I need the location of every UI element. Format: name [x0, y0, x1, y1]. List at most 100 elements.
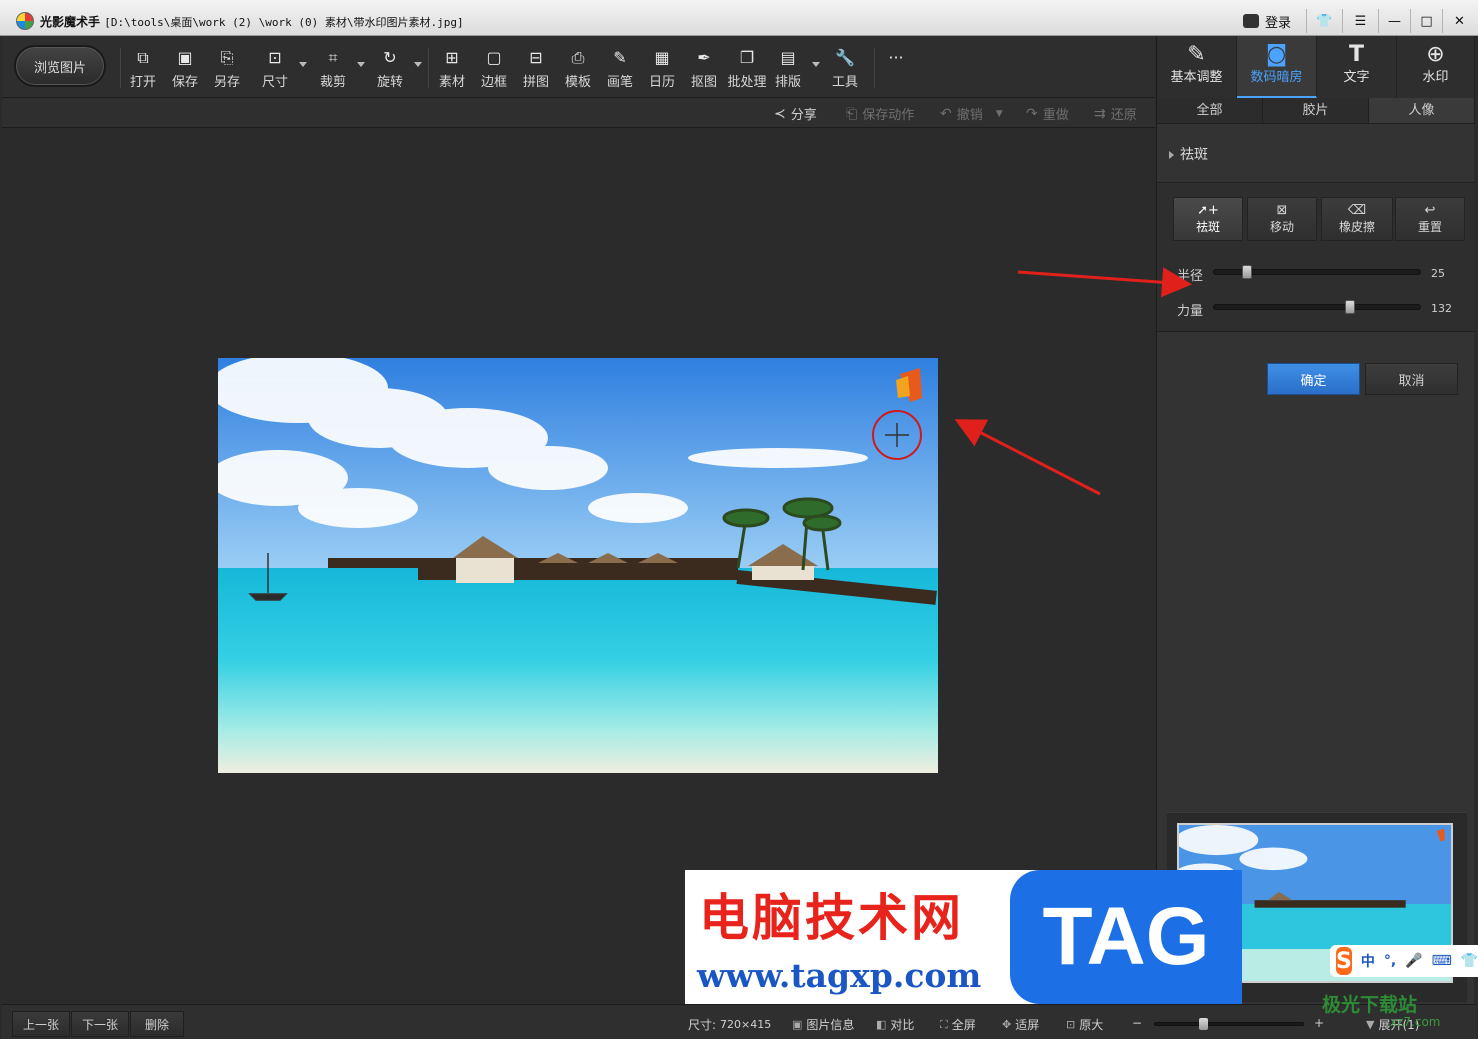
move-mode-button[interactable]: ⊠ 移动	[1247, 197, 1317, 241]
cancel-button[interactable]: 取消	[1365, 363, 1458, 395]
restore-icon: ⇉	[1094, 105, 1106, 122]
title-bar: 光影魔术手 [D:\tools\桌面\work (2) \work (0) 素材…	[0, 0, 1478, 36]
restore-button[interactable]: ⇉ 还原	[1094, 104, 1137, 124]
zoom-slider[interactable]	[1154, 1018, 1304, 1030]
chevron-down-icon: ▼	[1366, 1018, 1375, 1031]
watermark-icon: ⊕	[1426, 42, 1445, 67]
batch-icon: ❐	[739, 48, 755, 67]
subtab-all[interactable]: 全部	[1157, 98, 1263, 123]
rotate-button[interactable]: ↻ 旋转	[370, 48, 410, 92]
tab-watermark[interactable]: ⊕ 水印	[1397, 36, 1475, 98]
redo-icon: ↷	[1026, 105, 1038, 122]
fit-icon: ✥	[1002, 1018, 1012, 1031]
subtab-portrait[interactable]: 人像	[1369, 98, 1475, 123]
eraser-mode-button[interactable]: ⌫ 橡皮擦	[1321, 197, 1393, 241]
zoom-slider-thumb[interactable]	[1199, 1018, 1208, 1030]
beach-photo	[218, 358, 938, 773]
resize-dropdown-icon[interactable]	[299, 62, 307, 67]
border-button[interactable]: ▢ 边框	[474, 48, 514, 92]
maximize-button[interactable]: □	[1410, 9, 1442, 33]
compare-button[interactable]: ◧ 对比	[876, 1016, 914, 1033]
close-icon: ✕	[1454, 13, 1465, 29]
tools-button[interactable]: 🔧 工具	[825, 48, 865, 92]
more-button[interactable]: ···	[876, 48, 916, 92]
browse-images-button[interactable]: 浏览图片	[14, 45, 106, 87]
zoom-out-button[interactable]: −	[1132, 1016, 1142, 1030]
subtab-film[interactable]: 胶片	[1263, 98, 1369, 123]
material-button[interactable]: ⊞ 素材	[432, 48, 472, 92]
layout-dropdown-icon[interactable]	[812, 62, 820, 67]
template-button[interactable]: ⎙ 模板	[558, 48, 598, 92]
image-info-button[interactable]: ▣ 图片信息	[792, 1016, 854, 1033]
more-icon: ···	[888, 48, 904, 67]
skin-button[interactable]: 👕	[1306, 9, 1342, 33]
batch-button[interactable]: ❐ 批处理	[724, 48, 770, 92]
calendar-icon: ▦	[654, 48, 670, 67]
save-button[interactable]: ▣ 保存	[165, 48, 205, 92]
crop-dropdown-icon[interactable]	[357, 62, 365, 67]
ime-toolbar[interactable]: S 中 °, 🎤 ⌨ 👕	[1330, 945, 1478, 977]
fit-screen-button[interactable]: ✥ 适屏	[1002, 1016, 1039, 1033]
edited-photo[interactable]	[218, 358, 938, 773]
zoom-in-button[interactable]: +	[1314, 1016, 1324, 1030]
reset-button[interactable]: ↩ 重置	[1395, 197, 1465, 241]
cutout-button[interactable]: ✒ 抠图	[684, 48, 724, 92]
layout-icon: ▤	[780, 48, 796, 67]
confirm-button[interactable]: 确定	[1267, 363, 1360, 395]
section-spot-removal[interactable]: 祛斑	[1169, 144, 1208, 164]
calendar-button[interactable]: ▦ 日历	[642, 48, 682, 92]
shirt-icon: 👕	[1460, 953, 1478, 969]
template-icon: ⎙	[571, 48, 585, 67]
strength-slider-thumb[interactable]	[1344, 300, 1355, 314]
fullscreen-button[interactable]: ⛶ 全屏	[940, 1016, 976, 1033]
save-as-button[interactable]: ⎘ 另存	[207, 48, 247, 92]
strength-slider[interactable]	[1213, 300, 1421, 314]
login-button[interactable]: 登录	[1228, 9, 1306, 33]
collage-button[interactable]: ⊟ 拼图	[516, 48, 556, 92]
toolbar-divider	[120, 48, 121, 88]
collapse-caret-icon	[1169, 151, 1174, 159]
file-path: [D:\tools\桌面\work (2) \work (0) 素材\带水印图片…	[104, 16, 464, 29]
crop-button[interactable]: ⌗ 裁剪	[313, 48, 353, 92]
punctuation-icon: °,	[1383, 953, 1397, 969]
radius-slider-thumb[interactable]	[1241, 265, 1252, 279]
tab-digital-darkroom[interactable]: ◙ 数码暗房	[1237, 36, 1317, 98]
text-icon: T	[1348, 42, 1364, 67]
crop-icon: ⌗	[328, 48, 338, 67]
close-button[interactable]: ✕	[1442, 9, 1476, 33]
open-button[interactable]: ⧉ 打开	[123, 48, 163, 92]
tab-basic-adjust[interactable]: ✎ 基本调整	[1157, 36, 1237, 98]
action-bar: ≺ 分享 ⎗ 保存动作 ↶ 撤销 ▼ ↷ 重做 ⇉ 还原	[2, 98, 1155, 128]
site-watermark-banner: 电脑技术网 www.tagxp.com TAG	[685, 870, 1242, 1004]
share-button[interactable]: ≺ 分享	[774, 104, 817, 124]
resize-button[interactable]: ⊡ 尺寸	[255, 48, 295, 92]
delete-button[interactable]: 删除	[130, 1011, 184, 1037]
material-icon: ⊞	[445, 48, 459, 67]
minus-icon: −	[1132, 1016, 1143, 1030]
next-image-button[interactable]: 下一张	[71, 1011, 129, 1037]
undo-button[interactable]: ↶ 撤销 ▼	[940, 104, 1003, 124]
brush-button[interactable]: ✎ 画笔	[600, 48, 640, 92]
original-size-button[interactable]: ⊡ 原大	[1066, 1016, 1103, 1033]
user-avatar-icon	[1242, 14, 1259, 28]
right-panel: ✎ 基本调整 ◙ 数码暗房 T 文字 ⊕ 水印 全部 胶片 人像 祛斑 ➚+ 祛斑 ⊠ 移动…	[1156, 36, 1475, 1004]
radius-slider[interactable]	[1213, 265, 1421, 279]
tab-text[interactable]: T 文字	[1317, 36, 1397, 98]
menu-button[interactable]: ☰	[1342, 9, 1378, 33]
info-icon: ▣	[792, 1018, 803, 1031]
minimize-button[interactable]: —	[1378, 9, 1410, 33]
redo-button[interactable]: ↷ 重做	[1026, 104, 1069, 124]
rotate-dropdown-icon[interactable]	[414, 62, 422, 67]
toolbar-divider	[874, 48, 875, 88]
previous-image-button[interactable]: 上一张	[12, 1011, 70, 1037]
save-action-button[interactable]: ⎗ 保存动作	[846, 104, 914, 124]
undo-dropdown-icon[interactable]: ▼	[996, 109, 1003, 119]
strength-value: 132	[1431, 302, 1452, 315]
layout-button[interactable]: ▤ 排版	[768, 48, 808, 92]
save-icon: ▣	[177, 48, 193, 67]
darkroom-icon: ◙	[1265, 42, 1288, 67]
cursor-plus-icon: ➚+	[1197, 203, 1219, 218]
spot-remove-mode-button[interactable]: ➚+ 祛斑	[1173, 197, 1243, 241]
app-logo-icon	[16, 12, 34, 30]
spot-removal-panel: ➚+ 祛斑 ⊠ 移动 ⌫ 橡皮擦 ↩ 重置 半径 25 力量 132	[1157, 182, 1475, 332]
